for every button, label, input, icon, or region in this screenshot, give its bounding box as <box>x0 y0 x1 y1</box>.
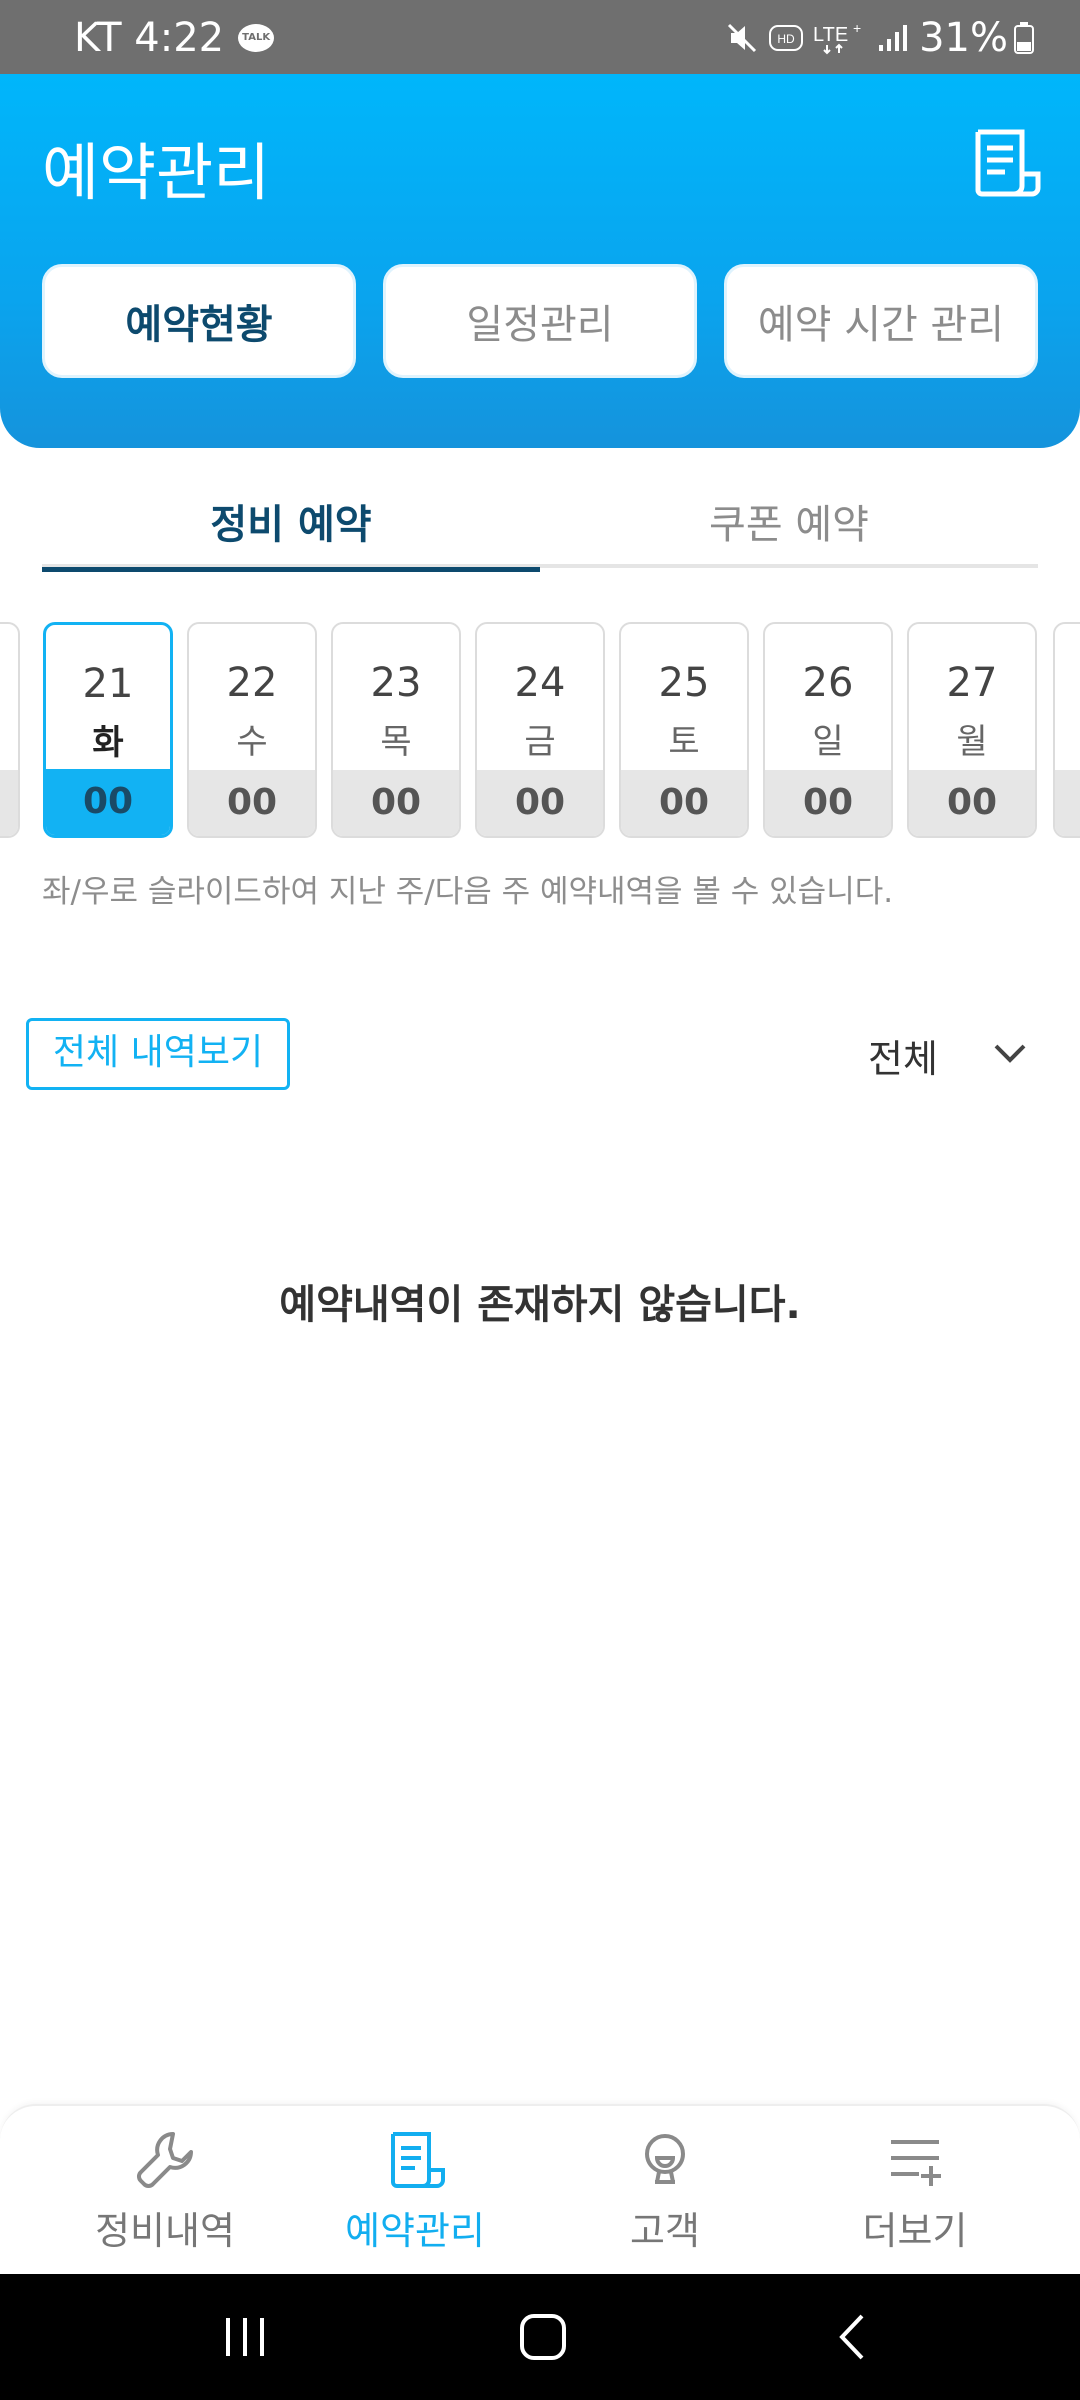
date-weekday: 금 <box>524 722 556 762</box>
svg-text:LTE: LTE <box>813 24 848 46</box>
back-icon[interactable] <box>828 2312 878 2362</box>
slide-hint: 좌/우로 슬라이드하여 지난 주/다음 주 예약내역을 볼 수 있습니다. <box>42 874 894 910</box>
date-weekday: 월 <box>956 722 988 762</box>
segment-reservation-time[interactable]: 예약 시간 관리 <box>724 264 1038 378</box>
date-weekday: 목 <box>380 722 412 762</box>
date-weekday: 화 <box>92 723 124 763</box>
filter-select[interactable]: 전체 <box>868 1028 938 1083</box>
date-card[interactable]: 23 목 00 <box>331 622 461 838</box>
carrier-time: KT 4:22 <box>74 15 225 61</box>
date-day: 25 <box>658 660 710 706</box>
hd-icon: HD <box>769 25 804 51</box>
date-card[interactable]: 21 화 00 <box>43 622 173 838</box>
date-day: 26 <box>802 660 854 706</box>
date-count: 00 <box>477 770 603 836</box>
empty-message: 예약내역이 존재하지 않습니다. <box>279 1282 801 1328</box>
date-weekday: 일 <box>812 722 844 762</box>
tab-maintenance-reservation[interactable]: 정비 예약 <box>42 490 540 572</box>
date-count: 00 <box>333 770 459 836</box>
date-weekday: 수 <box>236 722 268 762</box>
date-card[interactable]: 26 일 00 <box>763 622 893 838</box>
lte-icon: LTE + <box>813 21 861 55</box>
customer-icon <box>645 2134 685 2184</box>
chevron-down-icon[interactable] <box>990 1038 1030 1068</box>
nav-label: 고객 <box>630 2209 700 2253</box>
segment-reservation-status[interactable]: 예약현황 <box>42 264 356 378</box>
wrench-icon <box>137 2132 193 2188</box>
mute-icon <box>728 23 757 53</box>
date-count <box>1055 770 1080 836</box>
nav-maintenance-history[interactable]: 정비내역 <box>40 2128 290 2268</box>
date-card[interactable]: 27 월 00 <box>907 622 1037 838</box>
nav-reservation-management[interactable]: 예약관리 <box>290 2128 540 2268</box>
page-title: 예약관리 <box>42 136 271 209</box>
date-card[interactable]: 25 토 00 <box>619 622 749 838</box>
date-card-next[interactable] <box>1053 622 1080 838</box>
nav-more[interactable]: 더보기 <box>790 2128 1040 2268</box>
date-strip[interactable]: 21 화 00 22 수 00 23 목 00 24 금 00 25 토 00 … <box>0 620 1080 840</box>
status-left: KT 4:22 TALK <box>74 15 275 61</box>
bottom-nav: 정비내역 예약관리 고객 더보기 <box>0 2104 1080 2274</box>
date-count: 00 <box>46 769 170 835</box>
nav-label: 정비내역 <box>95 2209 235 2253</box>
recent-apps-icon[interactable] <box>220 2312 270 2362</box>
date-day: 22 <box>226 660 278 706</box>
date-card[interactable]: 24 금 00 <box>475 622 605 838</box>
nav-label: 예약관리 <box>345 2209 485 2253</box>
date-card[interactable]: 22 수 00 <box>187 622 317 838</box>
date-count: 00 <box>765 770 891 836</box>
status-bar: KT 4:22 TALK HD LTE + 31% <box>0 0 1080 74</box>
date-count: 00 <box>621 770 747 836</box>
date-day: 23 <box>370 660 422 706</box>
date-weekday: 토 <box>668 722 700 762</box>
tab-coupon-reservation[interactable]: 쿠폰 예약 <box>540 490 1038 568</box>
nav-label: 더보기 <box>862 2209 968 2253</box>
nav-customer[interactable]: 고객 <box>540 2128 790 2268</box>
home-icon[interactable] <box>518 2312 568 2362</box>
date-card-prev[interactable] <box>0 622 20 838</box>
segment-schedule[interactable]: 일정관리 <box>383 264 697 378</box>
date-day: 27 <box>946 660 998 706</box>
date-day: 24 <box>514 660 566 706</box>
system-nav-bar <box>0 2274 1080 2400</box>
status-right: HD LTE + 31% <box>725 16 1044 60</box>
battery-icon <box>1014 22 1034 54</box>
date-count: 00 <box>189 770 315 836</box>
document-icon <box>391 2132 445 2188</box>
signal-icon <box>879 25 908 51</box>
document-icon[interactable] <box>972 128 1042 198</box>
tab-bar: 정비 예약 쿠폰 예약 <box>42 490 1038 572</box>
svg-text:HD: HD <box>777 32 795 46</box>
date-day: 21 <box>82 661 134 707</box>
header: 예약관리 예약현황 일정관리 예약 시간 관리 <box>0 74 1080 448</box>
talk-icon: TALK <box>238 24 275 52</box>
view-all-history-button[interactable]: 전체 내역보기 <box>26 1018 290 1090</box>
battery-percent: 31% <box>919 15 1008 61</box>
date-count: 00 <box>909 770 1035 836</box>
more-icon <box>891 2140 941 2186</box>
svg-text:+: + <box>853 21 861 36</box>
date-count <box>0 770 18 836</box>
